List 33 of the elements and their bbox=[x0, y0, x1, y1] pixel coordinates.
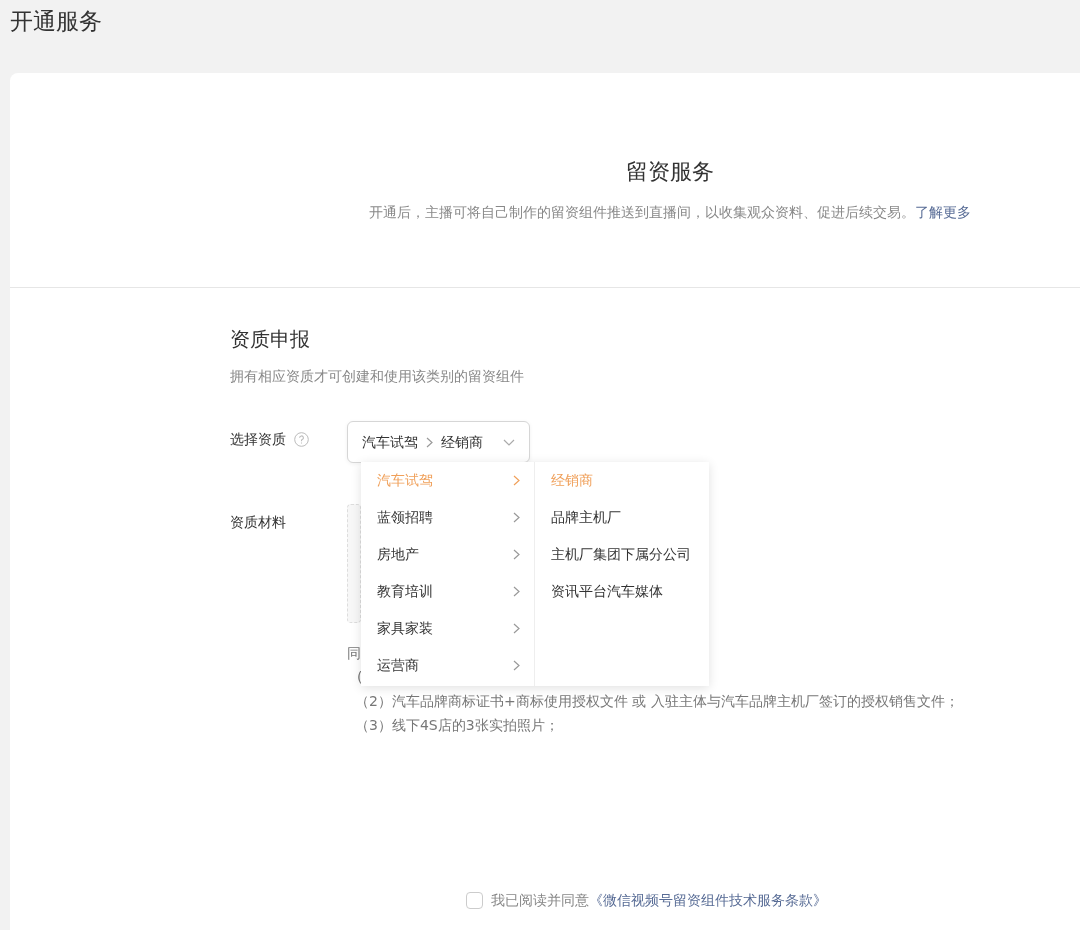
field-label: 资质材料 bbox=[230, 514, 286, 530]
menu-item[interactable]: 房地产 bbox=[361, 536, 534, 573]
help-icon[interactable] bbox=[294, 432, 309, 447]
service-description: 开通后，主播可将自己制作的留资组件推送到直播间，以收集观众资料、促进后续交易。了解更多 bbox=[368, 203, 972, 222]
note-text: （2）汽车品牌商标证书+商标使用授权文件 或 入驻主体与汽车品牌主机厂签订的授权销售文件； bbox=[355, 693, 959, 709]
note-text: 同 bbox=[347, 645, 361, 661]
menu-item[interactable]: 主机厂集团下属分公司 bbox=[535, 536, 709, 573]
chevron-right-icon bbox=[513, 586, 520, 597]
menu-item[interactable]: 家具家装 bbox=[361, 610, 534, 647]
qualification-select[interactable]: 汽车试驾 经销商 bbox=[347, 421, 530, 463]
menu-item[interactable]: 品牌主机厂 bbox=[535, 499, 709, 536]
section-subtitle: 拥有相应资质才可创建和使用该类别的留资组件 bbox=[230, 368, 524, 384]
agreement-text: 我已阅读并同意《微信视频号留资组件技术服务条款》 bbox=[491, 891, 827, 910]
field-label: 选择资质 bbox=[230, 430, 286, 449]
menu-item[interactable]: 教育培训 bbox=[361, 573, 534, 610]
chevron-right-icon bbox=[513, 623, 520, 634]
chevron-right-icon bbox=[513, 475, 520, 486]
caret-icon bbox=[503, 438, 515, 446]
terms-link[interactable]: 《微信视频号留资组件技术服务条款》 bbox=[589, 892, 827, 908]
chevron-right-icon bbox=[513, 512, 520, 523]
note-text: （3）线下4S店的3张实拍照片； bbox=[355, 717, 559, 733]
menu-item[interactable]: 蓝领招聘 bbox=[361, 499, 534, 536]
section-title: 资质申报 bbox=[230, 327, 310, 351]
chevron-right-icon bbox=[513, 549, 520, 560]
menu-item[interactable]: 资讯平台汽车媒体 bbox=[535, 573, 709, 610]
page-title: 开通服务 bbox=[9, 7, 103, 36]
chevron-right-icon bbox=[513, 660, 520, 671]
service-title: 留资服务 bbox=[625, 158, 715, 186]
learn-more-link[interactable]: 了解更多 bbox=[915, 204, 971, 220]
agreement-checkbox[interactable] bbox=[466, 892, 483, 909]
note-text: ( bbox=[357, 669, 363, 685]
menu-item[interactable]: 运营商 bbox=[361, 647, 534, 684]
separator-icon bbox=[426, 436, 433, 448]
